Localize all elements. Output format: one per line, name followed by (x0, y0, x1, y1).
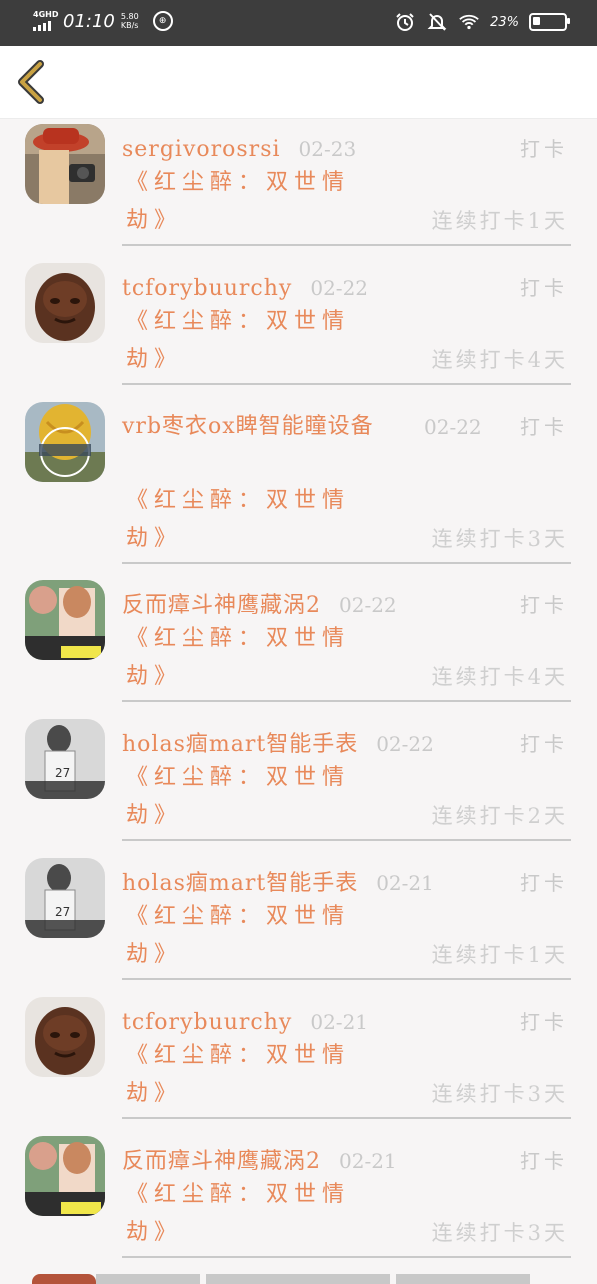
list-item[interactable]: 27 holas痼mart智能手表 02-22 打卡 《红尘醉：双世情 劫》 连续… (0, 713, 597, 843)
book-title[interactable]: 《红尘醉：双世情 (126, 482, 350, 520)
book-title-cont[interactable]: 劫》 (126, 1075, 182, 1113)
book-title-cont[interactable]: 劫》 (126, 1214, 182, 1252)
avatar[interactable]: 27 (25, 719, 105, 799)
divider (122, 383, 571, 385)
checkin-date: 02-21 (310, 1010, 369, 1034)
list-item[interactable]: 反而瘴斗神鹰藏涡2 02-22 打卡 《红尘醉：双世情 劫》 连续打卡4天 (0, 574, 597, 704)
back-button[interactable] (14, 60, 50, 104)
top-bar (0, 46, 597, 119)
username[interactable]: 反而瘴斗神鹰藏涡2 (122, 1149, 321, 1174)
book-title-cont[interactable]: 劫》 (126, 341, 182, 379)
book-title-cont[interactable]: 劫》 (126, 658, 182, 696)
avatar[interactable]: 27 (25, 858, 105, 938)
network-speed: 5.80 KB/s (120, 12, 139, 30)
streak-text: 连续打卡2天 (431, 804, 568, 828)
list-item[interactable]: 反而瘴斗神鹰藏涡2 02-21 打卡 《红尘醉：双世情 劫》 连续打卡3天 (0, 1130, 597, 1260)
book-title-cont[interactable]: 劫》 (126, 936, 182, 974)
checkin-label: 打卡 (520, 276, 568, 300)
next-item-peek (0, 1270, 597, 1284)
avatar[interactable] (25, 263, 105, 343)
divider (396, 1274, 530, 1284)
checkin-date: 02-21 (339, 1149, 397, 1173)
streak-text: 连续打卡4天 (431, 665, 568, 689)
book-title-cont[interactable]: 劫》 (126, 520, 182, 558)
book-title[interactable]: 《红尘醉：双世情 (126, 620, 350, 658)
wifi-icon (458, 11, 480, 33)
checkin-label: 打卡 (520, 1149, 568, 1173)
book-title[interactable]: 《红尘醉：双世情 (126, 898, 350, 936)
book-title[interactable]: 《红尘醉：双世情 (126, 303, 350, 341)
checkin-label: 打卡 (520, 1010, 568, 1034)
book-title[interactable]: 《红尘醉：双世情 (126, 1176, 350, 1214)
alarm-icon (394, 11, 416, 33)
avatar[interactable] (25, 1136, 105, 1216)
divider (96, 1274, 200, 1284)
streak-text: 连续打卡3天 (431, 1082, 568, 1106)
username[interactable]: sergivorosrsi (122, 137, 281, 162)
divider (122, 1256, 571, 1258)
divider (122, 1117, 571, 1119)
checkin-label: 打卡 (520, 415, 568, 439)
streak-text: 连续打卡1天 (431, 209, 568, 233)
avatar[interactable] (25, 580, 105, 660)
checkin-label: 打卡 (520, 732, 568, 756)
book-title[interactable]: 《红尘醉：双世情 (126, 1037, 350, 1075)
list-item[interactable]: 27 holas痼mart智能手表 02-21 打卡 《红尘醉：双世情 劫》 连续… (0, 852, 597, 982)
chevron-left-icon (18, 60, 44, 104)
username[interactable]: vrb枣衣ox睥智能瞳设备 (122, 414, 374, 439)
streak-text: 连续打卡4天 (431, 348, 568, 372)
app-notification-icon: ⊕ (152, 11, 173, 31)
username[interactable]: holas痼mart智能手表 (122, 871, 358, 896)
divider (122, 839, 571, 841)
username[interactable]: tcforybuurchy (122, 1010, 292, 1035)
svg-text:27: 27 (55, 766, 70, 780)
clock: 01:10 (63, 10, 115, 32)
book-title-cont[interactable]: 劫》 (126, 797, 182, 835)
svg-text:27: 27 (55, 905, 70, 919)
checkin-date: 02-23 (298, 137, 357, 161)
username[interactable]: 反而瘴斗神鹰藏涡2 (122, 593, 321, 618)
checkin-date: 02-22 (424, 415, 482, 439)
book-title[interactable]: 《红尘醉：双世情 (126, 164, 350, 202)
list-item[interactable]: tcforybuurchy 02-21 打卡 《红尘醉：双世情 劫》 连续打卡3天 (0, 991, 597, 1121)
streak-text: 连续打卡3天 (431, 527, 568, 551)
username[interactable]: tcforybuurchy (122, 276, 292, 301)
status-bar: 4GHD 01:10 5.80 KB/s ⊕ 23% (0, 0, 597, 46)
checkin-date: 02-22 (376, 732, 434, 756)
bell-muted-icon (426, 11, 448, 33)
avatar[interactable] (25, 997, 105, 1077)
checkin-label: 打卡 (520, 137, 568, 161)
list-item[interactable]: sergivorosrsi 02-23 打卡 《红尘醉：双世情 劫》 连续打卡1天 (0, 118, 597, 248)
divider (122, 700, 571, 702)
checkin-label: 打卡 (520, 593, 568, 617)
book-title-cont[interactable]: 劫》 (126, 202, 182, 240)
avatar (32, 1274, 96, 1284)
book-title[interactable]: 《红尘醉：双世情 (126, 759, 350, 797)
streak-text: 连续打卡3天 (431, 1221, 568, 1245)
streak-text: 连续打卡1天 (431, 943, 568, 967)
battery-icon (529, 13, 570, 31)
avatar[interactable] (25, 124, 105, 204)
network-type: 4GHD (33, 10, 59, 19)
checkin-date: 02-21 (376, 871, 434, 895)
divider (206, 1274, 390, 1284)
checkin-date: 02-22 (339, 593, 397, 617)
divider (122, 562, 571, 564)
username[interactable]: holas痼mart智能手表 (122, 732, 358, 757)
avatar[interactable] (25, 402, 105, 482)
battery-percent: 23% (490, 14, 519, 30)
divider (122, 244, 571, 246)
signal-icon: 4GHD (33, 10, 59, 32)
list-item[interactable]: vrb枣衣ox睥智能瞳设备 02-22 打卡 《红尘醉：双世情 劫》 连续打卡3… (0, 396, 597, 564)
list-item[interactable]: tcforybuurchy 02-22 打卡 《红尘醉：双世情 劫》 连续打卡4天 (0, 257, 597, 387)
checkin-date: 02-22 (310, 276, 369, 300)
checkin-label: 打卡 (520, 871, 568, 895)
divider (122, 978, 571, 980)
